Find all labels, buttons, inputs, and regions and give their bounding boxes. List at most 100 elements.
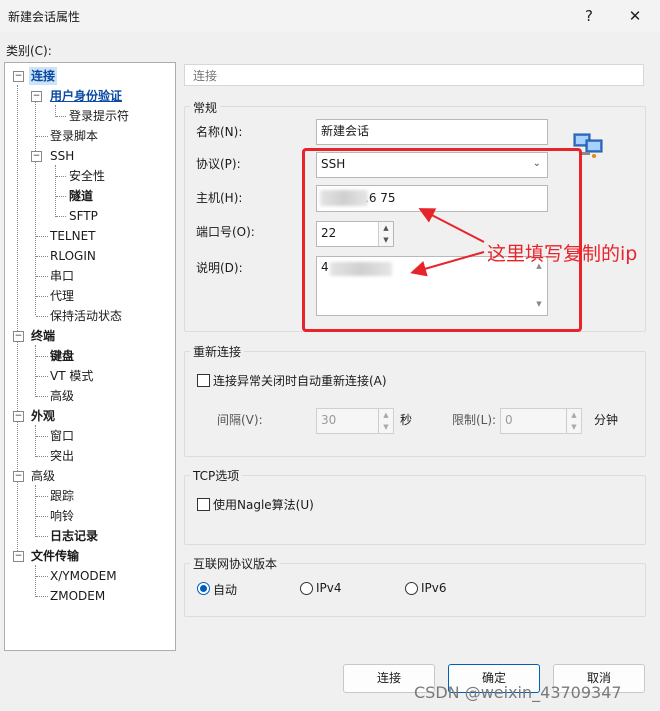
nagle-checkbox[interactable] <box>197 498 210 511</box>
ipv4-label[interactable]: IPv4 <box>316 581 342 595</box>
window-title: 新建会话属性 <box>8 10 81 24</box>
interval-input[interactable]: 30 ▲ ▼ <box>316 408 394 434</box>
tree-connector <box>36 456 48 457</box>
interval-down-button[interactable]: ▼ <box>378 421 393 433</box>
tree-item-file-transfer[interactable]: 文件传输 <box>31 547 79 565</box>
reconnect-group-title: 重新连接 <box>190 343 245 360</box>
nagle-label[interactable]: 使用Nagle算法(U) <box>213 496 314 513</box>
tree-item-connection[interactable]: 连接 <box>29 67 58 85</box>
tree-connector <box>35 345 36 397</box>
category-tree[interactable]: − 连接 − 用户身份验证 登录提示符 登录脚本 − SSH 安全性 隧道 SF… <box>4 62 176 651</box>
tree-connector <box>36 536 48 537</box>
title-bar: 新建会话属性 ? ✕ <box>0 0 660 32</box>
tree-item-keepalive[interactable]: 保持活动状态 <box>50 307 122 325</box>
reconnect-group <box>184 351 646 457</box>
tree-connector <box>36 356 48 357</box>
port-label: 端口号(O): <box>196 225 255 239</box>
tree-item-advanced[interactable]: 高级 <box>31 467 55 485</box>
limit-label: 限制(L): <box>452 413 497 427</box>
category-label: 类别(C): <box>6 44 52 58</box>
panel-header: 连接 <box>184 64 644 86</box>
tree-item-sftp[interactable]: SFTP <box>69 207 98 225</box>
interval-label: 间隔(V): <box>217 413 263 427</box>
tree-item-trace[interactable]: 跟踪 <box>50 487 74 505</box>
tree-item-keyboard[interactable]: 键盘 <box>50 347 74 365</box>
limit-unit: 分钟 <box>594 413 619 427</box>
collapse-icon[interactable]: − <box>13 551 24 562</box>
protocol-label: 协议(P): <box>196 157 241 171</box>
tree-item-tunnel[interactable]: 隧道 <box>69 187 93 205</box>
ip-version-group-title: 互联网协议版本 <box>190 555 281 572</box>
tree-item-proxy[interactable]: 代理 <box>50 287 74 305</box>
tree-item-window[interactable]: 窗口 <box>50 427 74 445</box>
tree-item-telnet[interactable]: TELNET <box>50 227 96 245</box>
tree-connector <box>35 485 36 537</box>
tree-item-bell[interactable]: 响铃 <box>50 507 74 525</box>
tree-connector <box>36 596 48 597</box>
tree-item-terminal-advanced[interactable]: 高级 <box>50 387 74 405</box>
tree-connector <box>55 165 56 217</box>
collapse-icon[interactable]: − <box>31 151 42 162</box>
close-button[interactable]: ✕ <box>620 4 650 28</box>
annotation-arrows <box>410 208 485 277</box>
tree-connector <box>36 396 48 397</box>
tree-connector <box>36 316 48 317</box>
tree-connector <box>56 216 66 217</box>
host-label: 主机(H): <box>196 191 243 205</box>
tree-connector <box>36 136 48 137</box>
ip-auto-label[interactable]: 自动 <box>213 581 237 598</box>
tree-item-security[interactable]: 安全性 <box>69 167 105 185</box>
limit-up-button[interactable]: ▲ <box>566 409 581 421</box>
tree-connector <box>36 376 48 377</box>
tree-item-login-prompt[interactable]: 登录提示符 <box>69 107 129 125</box>
tree-connector <box>36 236 48 237</box>
collapse-icon[interactable]: − <box>31 91 42 102</box>
ipv4-radio[interactable] <box>300 582 313 595</box>
tree-item-xymodem[interactable]: X/YMODEM <box>50 567 117 585</box>
tree-connector <box>36 296 48 297</box>
tree-connector <box>36 436 48 437</box>
tree-item-login-script[interactable]: 登录脚本 <box>50 127 98 145</box>
tree-item-ssh[interactable]: SSH <box>50 147 74 165</box>
limit-input[interactable]: 0 ▲ ▼ <box>500 408 582 434</box>
tree-item-terminal[interactable]: 终端 <box>31 327 55 345</box>
description-label: 说明(D): <box>196 261 243 275</box>
tree-item-auth[interactable]: 用户身份验证 <box>50 87 122 105</box>
tree-item-rlogin[interactable]: RLOGIN <box>50 247 96 265</box>
tree-connector <box>36 256 48 257</box>
tree-connector <box>36 496 48 497</box>
tree-connector <box>36 576 48 577</box>
interval-up-button[interactable]: ▲ <box>378 409 393 421</box>
limit-value: 0 <box>505 413 513 427</box>
tree-connector <box>17 85 18 553</box>
auto-reconnect-checkbox[interactable] <box>197 374 210 387</box>
limit-down-button[interactable]: ▼ <box>566 421 581 433</box>
auto-reconnect-label[interactable]: 连接异常关闭时自动重新连接(A) <box>213 372 387 389</box>
tree-item-appearance[interactable]: 外观 <box>31 407 55 425</box>
tree-item-logging[interactable]: 日志记录 <box>50 527 98 545</box>
annotation-text: 这里填写复制的ip <box>487 243 638 265</box>
tree-connector <box>36 516 48 517</box>
tree-connector <box>35 99 36 315</box>
collapse-icon[interactable]: − <box>13 331 24 342</box>
tree-item-vt-mode[interactable]: VT 模式 <box>50 367 93 385</box>
tree-connector <box>56 116 66 117</box>
tcp-group-title: TCP选项 <box>190 467 243 484</box>
tree-connector <box>35 425 36 457</box>
tree-connector <box>36 276 48 277</box>
ipv6-label[interactable]: IPv6 <box>421 581 447 595</box>
watermark: CSDN @weixin_43709347 <box>414 683 622 702</box>
ip-auto-radio[interactable] <box>197 582 210 595</box>
collapse-icon[interactable]: − <box>13 71 24 82</box>
collapse-icon[interactable]: − <box>13 471 24 482</box>
general-group-title: 常规 <box>190 99 221 116</box>
session-properties-dialog: 新建会话属性 ? ✕ 类别(C): − 连接 − 用户身份验证 登录提示符 登录… <box>0 0 660 711</box>
tree-item-highlight[interactable]: 突出 <box>50 447 74 465</box>
tree-item-zmodem[interactable]: ZMODEM <box>50 587 105 605</box>
help-button[interactable]: ? <box>574 4 604 28</box>
collapse-icon[interactable]: − <box>13 411 24 422</box>
interval-unit: 秒 <box>400 413 413 427</box>
name-input[interactable]: 新建会话 <box>316 119 548 145</box>
ipv6-radio[interactable] <box>405 582 418 595</box>
tree-item-serial[interactable]: 串口 <box>50 267 74 285</box>
